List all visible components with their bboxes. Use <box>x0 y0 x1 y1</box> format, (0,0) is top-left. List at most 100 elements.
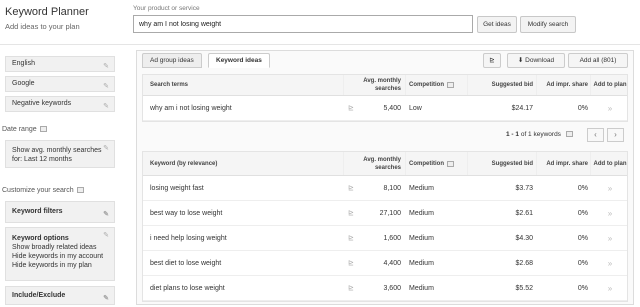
help-icon[interactable] <box>447 82 454 88</box>
app-subtitle: Add ideas to your plan <box>5 22 80 31</box>
searches-value: 3,600 <box>383 284 401 292</box>
searches-value: 27,100 <box>379 209 401 217</box>
col-ad-impr-share[interactable]: Ad impr. share <box>538 75 588 95</box>
share-value: 0% <box>577 259 588 267</box>
table-row: i need help losing weight ⊵ 1,600 Medium… <box>143 226 627 251</box>
table-row: why am i not losing weight ⊵ 5,400 Low $… <box>143 96 627 121</box>
col-avg-searches[interactable]: Avg. monthly searches <box>343 152 401 175</box>
table-header: Search terms Avg. monthly searches Compe… <box>143 75 627 96</box>
add-all-button[interactable]: Add all (801) <box>568 53 628 68</box>
pencil-icon[interactable]: ✎ <box>103 144 109 153</box>
pencil-icon[interactable]: ✎ <box>103 205 109 225</box>
add-to-plan-button[interactable]: » <box>592 276 628 300</box>
col-ad-impr-share[interactable]: Ad impr. share <box>538 152 588 175</box>
col-competition[interactable]: Competition <box>409 75 454 95</box>
modify-search-button[interactable]: Modify search <box>520 16 576 33</box>
keyword-text: best diet to lose weight <box>150 259 222 267</box>
get-ideas-button[interactable]: Get ideas <box>477 16 517 33</box>
trend-chart-icon[interactable]: ⊵ <box>348 276 354 300</box>
keyword-option-line: Show broadly related ideas <box>12 244 97 251</box>
keyword-ideas-rows: losing weight fast ⊵ 8,100 Medium $3.73 … <box>143 176 627 301</box>
trend-chart-icon[interactable]: ⊵ <box>348 226 354 250</box>
keyword-text: i need help losing weight <box>150 234 227 242</box>
help-icon[interactable] <box>39 126 47 133</box>
add-to-plan-button[interactable]: » <box>592 226 628 250</box>
keyword-filters[interactable]: Keyword filters ✎ <box>5 201 115 223</box>
add-to-plan-button[interactable]: » <box>592 201 628 225</box>
searches-value: 5,400 <box>383 104 401 112</box>
competition-value: Medium <box>409 234 434 242</box>
prev-page-button[interactable]: ‹ <box>587 128 604 142</box>
negative-keywords[interactable]: Negative keywords ✎ <box>5 96 115 112</box>
trend-chart-icon[interactable]: ⊵ <box>348 251 354 275</box>
share-value: 0% <box>577 234 588 242</box>
tab-ad-group-ideas[interactable]: Ad group ideas <box>142 53 202 68</box>
next-page-button[interactable]: › <box>607 128 624 142</box>
keyword-options[interactable]: Keyword options Show broadly related ide… <box>5 227 115 281</box>
pencil-icon[interactable]: ✎ <box>103 60 109 74</box>
competition-value: Medium <box>409 184 434 192</box>
product-search-input[interactable] <box>133 15 473 33</box>
include-exclude[interactable]: Include/Exclude ✎ <box>5 286 115 305</box>
col-competition[interactable]: Competition <box>409 152 454 175</box>
pencil-icon[interactable]: ✎ <box>103 80 109 94</box>
chart-icon[interactable]: ⊵ <box>483 53 501 68</box>
pencil-icon[interactable]: ✎ <box>103 290 109 307</box>
col-suggested-bid[interactable]: Suggested bid <box>471 152 533 175</box>
bid-value: $3.73 <box>515 184 533 192</box>
bid-value: $4.30 <box>515 234 533 242</box>
tab-keyword-ideas[interactable]: Keyword ideas <box>208 53 270 68</box>
col-keyword[interactable]: Keyword (by relevance) <box>150 152 217 175</box>
trend-chart-icon[interactable]: ⊵ <box>348 96 354 120</box>
keyword-ideas-table: Keyword (by relevance) Avg. monthly sear… <box>142 151 628 302</box>
dropdown-icon[interactable] <box>565 131 573 138</box>
keyword-options-title: Keyword options <box>12 235 69 242</box>
help-icon[interactable] <box>447 160 454 167</box>
competition-value: Low <box>409 104 422 112</box>
network-targeting[interactable]: Google ✎ <box>5 76 115 92</box>
add-to-plan-button[interactable]: » <box>592 96 628 120</box>
searches-value: 8,100 <box>383 184 401 192</box>
keyword-text: why am i not losing weight <box>150 104 232 112</box>
bid-value: $2.68 <box>515 259 533 267</box>
bid-value: $5.52 <box>515 284 533 292</box>
negative-keywords-label: Negative keywords <box>12 100 72 107</box>
searches-value: 4,400 <box>383 259 401 267</box>
trend-chart-icon[interactable]: ⊵ <box>348 201 354 225</box>
keyword-option-line: Hide keywords in my plan <box>12 262 92 269</box>
col-add-to-plan: Add to plan <box>593 160 627 167</box>
table-row: losing weight fast ⊵ 8,100 Medium $3.73 … <box>143 176 627 201</box>
header-divider <box>0 44 640 45</box>
help-icon[interactable] <box>76 187 84 194</box>
keyword-text: best way to lose weight <box>150 209 223 217</box>
pencil-icon[interactable]: ✎ <box>103 231 109 240</box>
searches-value: 1,600 <box>383 234 401 242</box>
col-search-terms[interactable]: Search terms <box>150 75 188 95</box>
col-add-to-plan: Add to plan <box>593 82 627 88</box>
competition-value: Medium <box>409 209 434 217</box>
trend-chart-icon[interactable]: ⊵ <box>348 176 354 200</box>
col-suggested-bid[interactable]: Suggested bid <box>471 75 533 95</box>
keyword-filters-label: Keyword filters <box>12 208 63 215</box>
download-button[interactable]: ⬇ Download <box>507 53 565 68</box>
keyword-text: diet plans to lose weight <box>150 284 225 292</box>
share-value: 0% <box>577 104 588 112</box>
add-to-plan-button[interactable]: » <box>592 176 628 200</box>
competition-value: Medium <box>409 259 434 267</box>
search-terms-table: Search terms Avg. monthly searches Compe… <box>142 74 628 122</box>
competition-value: Medium <box>409 284 434 292</box>
include-exclude-label: Include/Exclude <box>12 292 66 299</box>
table-row: best way to lose weight ⊵ 27,100 Medium … <box>143 201 627 226</box>
pencil-icon[interactable]: ✎ <box>103 100 109 114</box>
date-range-value: Show avg. monthly searches for: Last 12 … <box>12 147 102 163</box>
language-targeting[interactable]: English ✎ <box>5 56 115 72</box>
network-label: Google <box>12 80 35 87</box>
table-row: diet plans to lose weight ⊵ 3,600 Medium… <box>143 276 627 301</box>
share-value: 0% <box>577 184 588 192</box>
table-row: best diet to lose weight ⊵ 4,400 Medium … <box>143 251 627 276</box>
keyword-option-line: Hide keywords in my account <box>12 253 104 260</box>
bid-value: $24.17 <box>511 104 533 112</box>
date-range-setting[interactable]: Show avg. monthly searches for: Last 12 … <box>5 140 115 168</box>
add-to-plan-button[interactable]: » <box>592 251 628 275</box>
col-avg-searches[interactable]: Avg. monthly searches <box>343 75 401 95</box>
